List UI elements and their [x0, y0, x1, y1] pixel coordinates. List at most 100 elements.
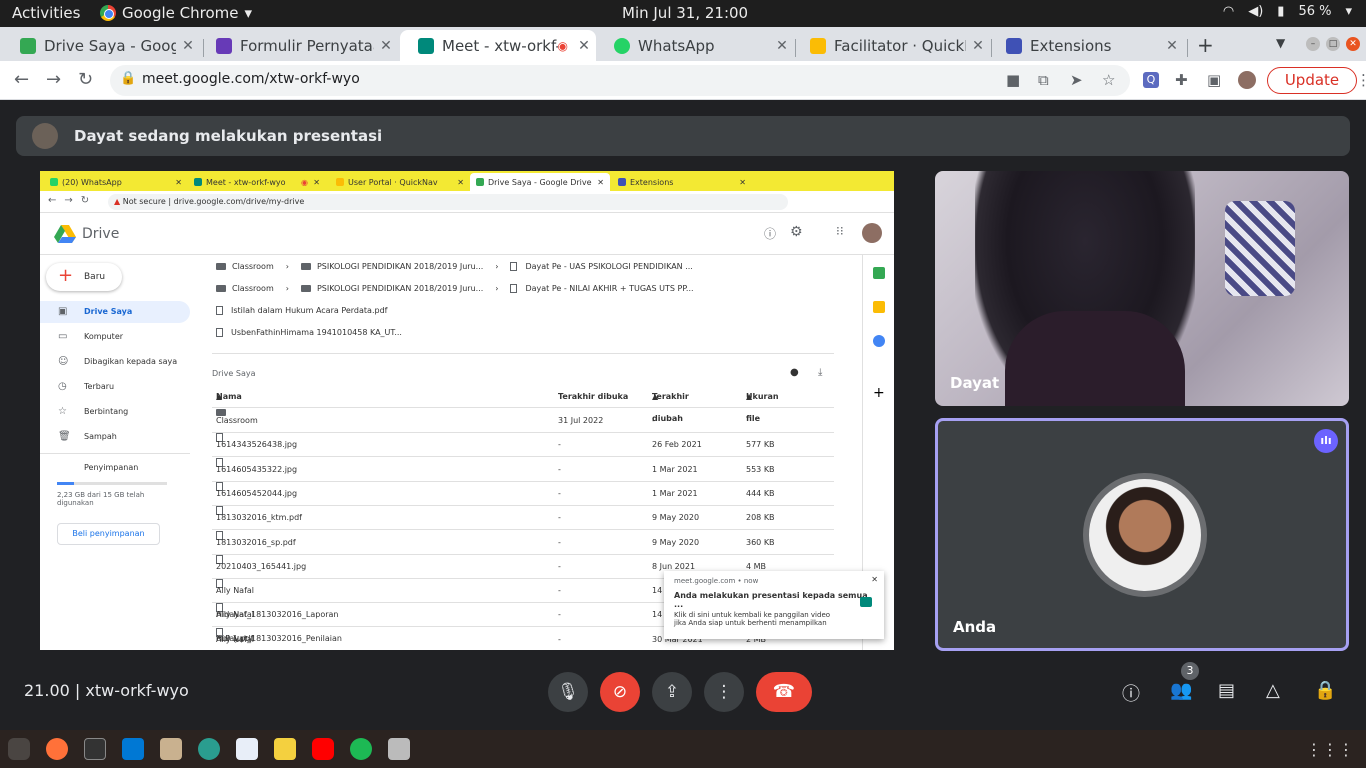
tab-quicknav[interactable]: Facilitator · QuickNav✕ — [792, 30, 990, 61]
tab-forms[interactable]: Formulir Pernyataan✕ — [198, 30, 398, 61]
table-row[interactable]: 1813032016_sp.pdf -9 May 2020 360 KB — [212, 530, 834, 555]
taskbar: ⋮⋮⋮ — [0, 730, 1366, 768]
minimize-button[interactable]: – — [1306, 37, 1320, 51]
camera-icon[interactable]: ■ — [1006, 71, 1020, 89]
banner-text: Dayat sedang melakukan presentasi — [74, 127, 383, 145]
forward-icon[interactable]: → — [46, 69, 61, 90]
system-tray[interactable]: ◠ ◀) ▮ 56 % ▾ — [1223, 4, 1352, 19]
table-header: Nama ▲ Terakhir dibuka Terakhir diubah ▲… — [212, 386, 834, 423]
info-icon[interactable]: ⓘ — [1122, 680, 1140, 706]
suggested-row: Classroom › PSIKOLOGI PENDIDIKAN 2018/2019… — [216, 256, 693, 278]
close-icon[interactable]: ✕ — [1160, 38, 1184, 54]
shared-tab: Extensions ✕ — [612, 173, 752, 191]
firefox-icon[interactable] — [46, 738, 68, 760]
tab-search-icon[interactable]: ▼ — [1276, 36, 1285, 50]
people-icon[interactable]: 👥 — [1170, 680, 1192, 701]
update-button[interactable]: Update — [1267, 67, 1357, 94]
host-controls-icon[interactable]: 🔒 — [1314, 680, 1336, 701]
forms-icon — [216, 37, 232, 54]
show-apps-icon[interactable]: ⋮⋮⋮ — [1306, 740, 1354, 759]
close-icon[interactable]: ✕ — [572, 38, 596, 54]
side-panel-icon[interactable]: ▣ — [1207, 71, 1221, 89]
participant-tile-dayat[interactable]: Dayat — [935, 171, 1349, 406]
close-window-button[interactable]: ✕ — [1346, 37, 1360, 51]
maximize-button[interactable]: □ — [1326, 37, 1340, 51]
puzzle-icon — [1006, 37, 1022, 54]
chrome-icon[interactable] — [8, 738, 30, 760]
tab-whatsapp[interactable]: WhatsApp ✕ — [596, 30, 794, 61]
table-row[interactable]: Classroom 31 Jul 2022- — [212, 409, 834, 433]
storage-text: 2,23 GB dari 15 GB telah digunakan — [57, 491, 145, 507]
open-in-window-icon[interactable]: ⧉ — [1038, 71, 1049, 89]
wifi-icon: ◠ — [1222, 4, 1235, 19]
chat-icon[interactable]: ▤ — [1218, 680, 1235, 701]
storage-label: Penyimpanan — [84, 463, 139, 472]
close-icon[interactable]: ✕ — [176, 38, 200, 54]
notification-title: Anda melakukan presentasi kepada semua .… — [674, 591, 868, 609]
trash-icon: 🗑 — [58, 431, 71, 442]
app-menu[interactable]: Google Chrome ▾ — [100, 4, 252, 22]
participant-tile-self[interactable]: ılı Anda — [935, 418, 1349, 651]
clock[interactable]: Min Jul 31, 21:00 — [622, 4, 748, 22]
notes-icon[interactable] — [274, 738, 296, 760]
avatar — [32, 123, 58, 149]
terminal-icon[interactable] — [84, 738, 106, 760]
drive-title: Drive — [82, 226, 120, 242]
notification-popup[interactable]: meet.google.com • now Anda melakukan pre… — [664, 571, 884, 639]
close-icon[interactable]: ✕ — [374, 38, 398, 54]
end-call-button[interactable]: ☎ — [756, 672, 812, 712]
new-tab-button[interactable]: + — [1197, 33, 1214, 57]
shared-screen[interactable]: (20) WhatsApp ✕ Meet - xtw-orkf-wyo ◉ ✕ Use… — [40, 171, 894, 650]
youtube-icon[interactable] — [312, 738, 334, 760]
present-button[interactable]: ⇪ — [652, 672, 692, 712]
close-icon[interactable]: ✕ — [770, 38, 794, 54]
lock-icon[interactable]: 🔒 — [120, 71, 136, 86]
info-icon: ● — [790, 367, 799, 378]
tab-meet[interactable]: Meet - xtw-orkf-wyo◉✕ — [400, 30, 596, 61]
reload-icon[interactable]: ↻ — [78, 69, 93, 90]
app-icon[interactable] — [198, 738, 220, 760]
puzzle-icon[interactable]: ✚ — [1175, 71, 1188, 89]
calendar-icon — [873, 267, 885, 279]
back-icon[interactable]: ← — [14, 69, 29, 90]
camera-app-icon[interactable] — [388, 738, 410, 760]
shared-tab-strip: (20) WhatsApp ✕ Meet - xtw-orkf-wyo ◉ ✕ Use… — [40, 171, 894, 191]
avatar — [862, 223, 882, 243]
activities-icon[interactable]: △ — [1266, 680, 1280, 701]
microphone-button[interactable]: 🎙 — [548, 672, 588, 712]
table-row[interactable]: 1614343526438.jpg -26 Feb 2021 577 KB — [212, 433, 834, 458]
system-top-bar: Activities Google Chrome ▾ Min Jul 31, 21… — [0, 0, 1366, 27]
storage-info: Penyimpanan 2,23 GB dari 15 GB telah dig… — [57, 463, 177, 507]
more-icon[interactable]: ⋮ — [1356, 71, 1366, 89]
vscode-icon[interactable] — [122, 738, 144, 760]
table-row[interactable]: 1614605435322.jpg -1 Mar 2021 553 KB — [212, 457, 834, 482]
table-row[interactable]: 1813032016_ktm.pdf -9 May 2020 208 KB — [212, 506, 834, 531]
sidebar-item-my-drive: ▣ Drive Saya — [40, 301, 190, 323]
star-icon[interactable]: ☆ — [1102, 71, 1115, 89]
tab-drive[interactable]: Drive Saya - Google Drive✕ — [2, 30, 200, 61]
participants-badge: 3 — [1181, 662, 1199, 680]
keep-icon — [873, 301, 885, 313]
files-icon[interactable] — [160, 738, 182, 760]
tab-extensions[interactable]: Extensions ✕ — [988, 30, 1184, 61]
camera-off-button[interactable]: ⊘ — [600, 672, 640, 712]
table-row[interactable]: 1614605452044.jpg -1 Mar 2021 444 KB — [212, 481, 834, 506]
shared-tab: User Portal · QuickNav ✕ — [330, 173, 470, 191]
people-icon: ☺ — [58, 356, 69, 367]
more-options-button[interactable]: ⋮ — [704, 672, 744, 712]
app-name: Google Chrome — [122, 4, 239, 22]
close-icon[interactable]: ✕ — [966, 38, 990, 54]
sidebar-item-shared: ☺ Dibagikan kepada saya — [40, 351, 190, 373]
activities-button[interactable]: Activities — [12, 4, 80, 22]
browser-toolbar: ← → ↻ 🔒 meet.google.com/xtw-orkf-wyo ■ ⧉… — [0, 61, 1366, 100]
battery-level: 56 % — [1298, 4, 1332, 19]
document-icon[interactable] — [236, 738, 258, 760]
suggested-file: Istilah dalam Hukum Acara Perdata.pdf — [216, 300, 387, 322]
spotify-icon[interactable] — [350, 738, 372, 760]
quicknav-extension-icon[interactable]: Q — [1143, 72, 1159, 88]
profile-avatar[interactable] — [1238, 71, 1256, 89]
send-icon[interactable]: ➤ — [1070, 71, 1083, 89]
address-bar[interactable]: 🔒 meet.google.com/xtw-orkf-wyo ■ ⧉ ➤ ☆ — [110, 65, 1130, 96]
sidebar-item-trash: 🗑 Sampah — [40, 426, 190, 448]
tab-strip: Drive Saya - Google Drive✕ Formulir Pern… — [0, 27, 1366, 61]
